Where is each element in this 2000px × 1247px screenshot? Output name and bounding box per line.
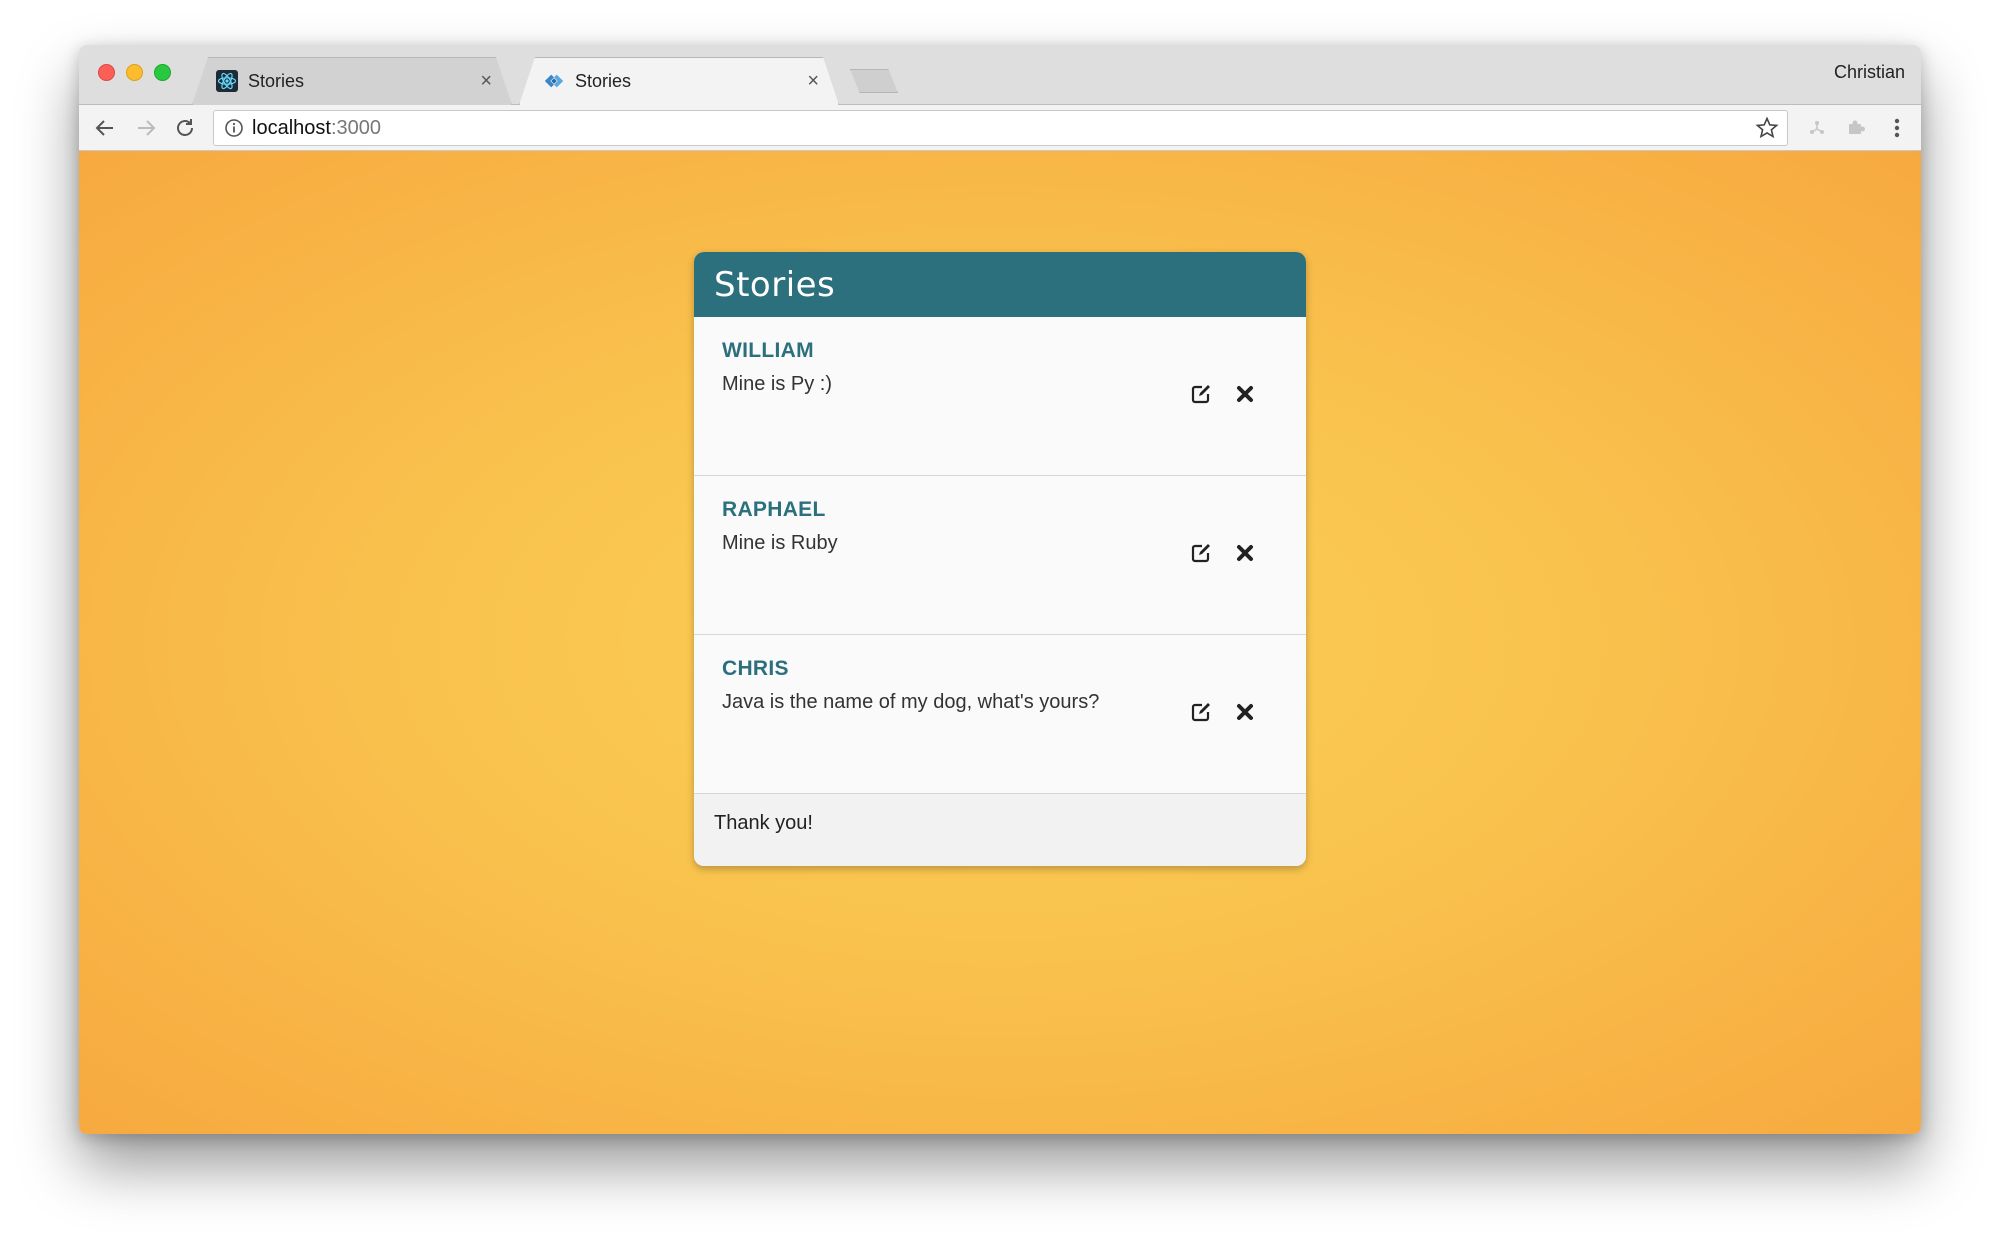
edit-icon[interactable] — [1190, 383, 1212, 405]
card-footer: Thank you! — [694, 794, 1306, 866]
story-item: WILLIAM Mine is Py :) — [694, 317, 1306, 476]
page-viewport: Stories WILLIAM Mine is Py :) RAPHAEL Mi… — [79, 151, 1921, 1134]
minimize-window-button[interactable] — [126, 64, 143, 81]
maximize-window-button[interactable] — [154, 64, 171, 81]
profile-name[interactable]: Christian — [1834, 62, 1905, 83]
close-window-button[interactable] — [98, 64, 115, 81]
code-diamond-icon — [543, 70, 565, 92]
story-item: RAPHAEL Mine is Ruby — [694, 476, 1306, 635]
browser-tab-1[interactable]: Stories × — [192, 57, 512, 105]
tab-strip: Stories × Stories × Christian — [79, 45, 1921, 105]
kebab-menu-icon[interactable] — [1884, 115, 1910, 141]
story-actions — [1190, 542, 1256, 564]
back-arrow-icon[interactable] — [90, 113, 120, 143]
story-author: WILLIAM — [722, 339, 814, 362]
tab-title: Stories — [248, 70, 305, 91]
url-port: :3000 — [330, 116, 381, 139]
tab-close-icon[interactable]: × — [807, 70, 819, 93]
stories-card: Stories WILLIAM Mine is Py :) RAPHAEL Mi… — [694, 252, 1306, 866]
footer-text: Thank you! — [714, 812, 813, 834]
new-tab-button[interactable] — [850, 69, 898, 93]
story-author: RAPHAEL — [722, 498, 826, 521]
tab-title: Stories — [575, 70, 632, 91]
card-header: Stories — [694, 252, 1306, 317]
story-author: CHRIS — [722, 657, 789, 680]
story-actions — [1190, 383, 1256, 405]
edit-icon[interactable] — [1190, 701, 1212, 723]
address-bar[interactable]: localhost:3000 — [213, 110, 1788, 146]
browser-toolbar: localhost:3000 — [79, 105, 1921, 151]
story-item: CHRIS Java is the name of my dog, what's… — [694, 635, 1306, 794]
info-icon[interactable] — [224, 118, 244, 138]
url-host: localhost — [252, 116, 331, 139]
url-text: localhost:3000 — [252, 117, 381, 140]
forward-arrow-icon[interactable] — [131, 113, 161, 143]
delete-x-icon[interactable] — [1234, 542, 1256, 564]
story-actions — [1190, 701, 1256, 723]
react-atom-icon — [216, 70, 238, 92]
card-title: Stories — [714, 264, 836, 305]
delete-x-icon[interactable] — [1234, 701, 1256, 723]
browser-window: Stories × Stories × Christian localhost:… — [79, 45, 1921, 1134]
delete-x-icon[interactable] — [1234, 383, 1256, 405]
reload-icon[interactable] — [170, 113, 200, 143]
bookmark-star-icon[interactable] — [1755, 116, 1779, 145]
extension-tree-icon[interactable] — [1804, 115, 1830, 141]
browser-tab-2[interactable]: Stories × — [519, 57, 839, 105]
extension-puzzle-icon[interactable] — [1844, 115, 1870, 141]
tab-close-icon[interactable]: × — [480, 70, 492, 93]
edit-icon[interactable] — [1190, 542, 1212, 564]
